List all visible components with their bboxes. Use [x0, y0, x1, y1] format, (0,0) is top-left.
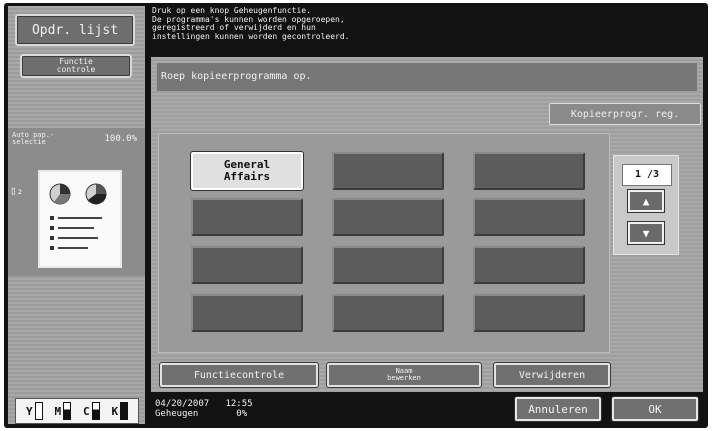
toner-c: C — [83, 402, 100, 420]
toner-k: K — [111, 402, 129, 420]
auto-paper-panel: Auto pap.- selectie 100.0% ▯₂ — [8, 128, 145, 276]
job-list-button[interactable]: Opdr. lijst — [15, 14, 135, 46]
toner-letter: C — [82, 404, 90, 418]
sidebar: Opdr. lijst Functie controle Auto pap.- … — [8, 6, 145, 424]
program-button[interactable] — [473, 198, 585, 236]
page-navigator: 1 /3 ▲ ▼ — [613, 155, 679, 255]
page-count: 1 /3 — [622, 164, 672, 186]
cancel-button[interactable]: Annuleren — [515, 397, 601, 421]
toner-bar-icon — [91, 402, 100, 420]
date-memory-status: 04/20/2007 12:55 Geheugen 0% — [155, 399, 253, 419]
program-grid: General Affairs — [158, 133, 610, 353]
auto-paper-label: Auto pap.- selectie — [12, 131, 55, 146]
toner-bar-icon — [63, 402, 72, 420]
zoom-value: 100.0% — [104, 134, 137, 144]
toner-letter: Y — [25, 404, 33, 418]
program-button[interactable] — [332, 152, 444, 190]
ok-button[interactable]: OK — [612, 397, 698, 421]
program-button[interactable] — [473, 152, 585, 190]
register-program-button[interactable]: Kopieerprogr. reg. — [549, 103, 701, 125]
arrow-up-icon: ▲ — [642, 195, 650, 208]
program-button[interactable] — [191, 198, 303, 236]
panel-title: Roep kopieerprogramma op. — [157, 63, 697, 91]
program-button[interactable] — [332, 246, 444, 284]
program-button[interactable] — [332, 198, 444, 236]
program-button[interactable]: General Affairs — [191, 152, 303, 190]
main-panel: Roep kopieerprogramma op. Kopieerprogr. … — [151, 57, 703, 392]
toner-levels: Y M C K — [15, 398, 139, 424]
page-down-button[interactable]: ▼ — [628, 222, 664, 244]
program-button[interactable] — [191, 246, 303, 284]
toner-letter: M — [54, 404, 62, 418]
program-button[interactable] — [332, 294, 444, 332]
page-up-button[interactable]: ▲ — [628, 190, 664, 212]
toner-bar-icon — [34, 402, 43, 420]
edit-name-button[interactable]: Naam bewerken — [327, 363, 481, 387]
delete-button[interactable]: Verwijderen — [494, 363, 610, 387]
toner-m: M — [54, 402, 72, 420]
program-button[interactable] — [473, 294, 585, 332]
instruction-message: Druk op een knop Geheugenfunctie. De pro… — [152, 6, 350, 41]
function-check-sidebar-button[interactable]: Functie controle — [20, 54, 132, 78]
toner-letter: K — [111, 404, 119, 418]
function-check-button[interactable]: Functiecontrole — [160, 363, 318, 387]
page-preview — [38, 170, 122, 268]
document-thumbnail-icon — [49, 183, 107, 250]
arrow-down-icon: ▼ — [642, 227, 650, 240]
tray-icon: ▯₂ — [10, 184, 24, 197]
program-button[interactable] — [191, 294, 303, 332]
toner-bar-icon — [120, 402, 129, 420]
program-button[interactable] — [473, 246, 585, 284]
toner-y: Y — [26, 402, 43, 420]
